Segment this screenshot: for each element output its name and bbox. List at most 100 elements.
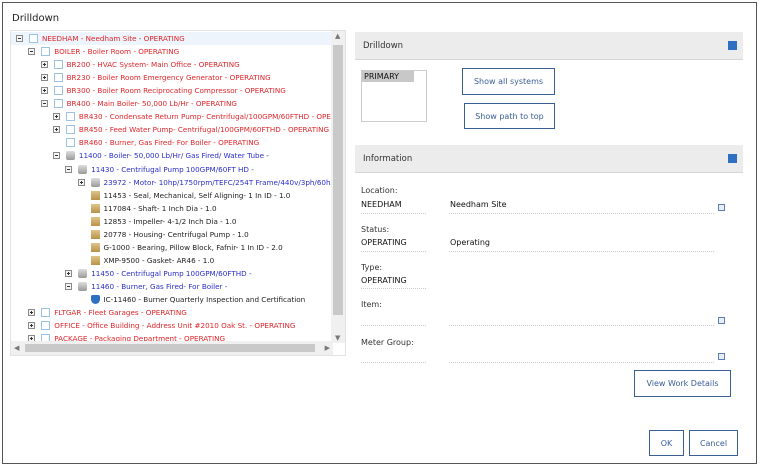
tree-node-label[interactable]: FLTGAR - Fleet Garages - OPERATING: [54, 306, 187, 319]
collapse-icon[interactable]: [65, 282, 73, 290]
tree-node-label[interactable]: BR230 - Boiler Room Emergency Generator …: [67, 71, 271, 84]
asset-icon: [65, 151, 75, 161]
tree-node-label[interactable]: 11460 - Burner, Gas Fired- For Boiler -: [91, 280, 227, 293]
scroll-right-icon[interactable]: ▶: [325, 344, 330, 352]
tree-node-label[interactable]: OFFICE - Office Building - Address Unit …: [54, 319, 295, 332]
tree-node[interactable]: BOILER - Boiler Room - OPERATING: [11, 45, 179, 58]
tree-node[interactable]: XMP-9500 - Gasket- AR46 - 1.0: [11, 254, 214, 267]
type-value: OPERATING: [361, 276, 407, 285]
collapse-icon[interactable]: [28, 48, 36, 56]
location-value[interactable]: NEEDHAM: [361, 200, 402, 209]
collapse-section-icon[interactable]: [728, 154, 737, 163]
tree-vertical-scrollbar[interactable]: ▲ ▼: [331, 31, 345, 343]
tree-node-label[interactable]: BR200 - HVAC System- Main Office - OPERA…: [67, 58, 240, 71]
location-icon: [41, 308, 51, 318]
drilldown-section-header[interactable]: Drilldown: [355, 32, 743, 60]
tree-node-label[interactable]: 11400 - Boiler- 50,000 Lb/Hr/ Gas Fired/…: [79, 149, 269, 162]
scroll-left-icon[interactable]: ◀: [14, 344, 19, 352]
type-label: Type:: [361, 263, 383, 272]
tree-node[interactable]: 12853 - Impeller- 4-1/2 Inch Dia - 1.0: [11, 215, 236, 228]
collapse-icon[interactable]: [65, 165, 73, 173]
tree-node[interactable]: BR200 - HVAC System- Main Office - OPERA…: [11, 58, 240, 71]
collapse-icon[interactable]: [40, 100, 48, 108]
tree-node-label[interactable]: 11453 - Seal, Mechanical, Self Aligning-…: [104, 189, 291, 202]
tree-node-label[interactable]: IC-11460 - Burner Quarterly Inspection a…: [104, 293, 306, 306]
ok-button[interactable]: OK: [649, 430, 684, 456]
expand-icon[interactable]: [52, 126, 60, 134]
tree-node[interactable]: 20778 - Housing- Centrifugal Pump - 1.0: [11, 228, 249, 241]
location-icon: [41, 47, 51, 57]
tree-node[interactable]: 117084 - Shaft- 1 Inch Dia - 1.0: [11, 202, 217, 215]
tree-node-label[interactable]: 117084 - Shaft- 1 Inch Dia - 1.0: [104, 202, 217, 215]
spare-part-icon: [90, 203, 100, 213]
tree-node[interactable]: FLTGAR - Fleet Garages - OPERATING: [11, 306, 187, 319]
inspection-shield-icon: [90, 295, 100, 304]
tree-node-label[interactable]: BR430 - Condensate Return Pump- Centrifu…: [79, 110, 345, 123]
expand-icon[interactable]: [40, 61, 48, 69]
show-path-to-top-button[interactable]: Show path to top: [464, 103, 555, 129]
tree-node[interactable]: BR230 - Boiler Room Emergency Generator …: [11, 71, 271, 84]
system-option[interactable]: PRIMARY: [362, 71, 414, 82]
tree-node[interactable]: 11400 - Boiler- 50,000 Lb/Hr/ Gas Fired/…: [11, 149, 269, 162]
tree-node-label[interactable]: XMP-9500 - Gasket- AR46 - 1.0: [104, 254, 215, 267]
expand-icon[interactable]: [28, 322, 36, 330]
scrollbar-thumb[interactable]: [333, 45, 343, 315]
expand-icon[interactable]: [52, 113, 60, 121]
tree-node[interactable]: BR400 - Main Boiler- 50,000 Lb/Hr - OPER…: [11, 97, 237, 110]
collapse-icon[interactable]: [52, 152, 60, 160]
tree-node-label[interactable]: BR300 - Boiler Room Reciprocating Compre…: [67, 84, 286, 97]
expand-icon[interactable]: [40, 74, 48, 82]
tree-node[interactable]: 11430 - Centrifugal Pump 100GPM/60FT HD …: [11, 163, 254, 176]
location-lookup-icon[interactable]: [718, 204, 725, 211]
expand-icon[interactable]: [28, 309, 36, 317]
tree-node[interactable]: 11450 - Centrifugal Pump 100GPM/60FTHD -: [11, 267, 252, 280]
tree-node-label[interactable]: G-1000 - Bearing, Pillow Block, Fafnir- …: [104, 241, 283, 254]
tree-node-label[interactable]: 12853 - Impeller- 4-1/2 Inch Dia - 1.0: [104, 215, 237, 228]
tree-node-label[interactable]: BR460 - Burner, Gas Fired- For Boiler - …: [79, 136, 259, 149]
expand-icon[interactable]: [77, 178, 85, 186]
information-section-header[interactable]: Information: [355, 145, 743, 173]
spare-part-icon: [90, 229, 100, 239]
tree-horizontal-scrollbar[interactable]: ◀ ▶: [11, 341, 333, 355]
tree-node[interactable]: NEEDHAM - Needham Site - OPERATING: [11, 32, 333, 45]
tree-node[interactable]: 11453 - Seal, Mechanical, Self Aligning-…: [11, 189, 290, 202]
collapse-section-icon[interactable]: [728, 41, 737, 50]
tree-node-label[interactable]: BR450 - Feed Water Pump- Centrifugal/100…: [79, 123, 329, 136]
systems-listbox[interactable]: PRIMARY: [361, 70, 427, 122]
tree-node[interactable]: BR460 - Burner, Gas Fired- For Boiler - …: [11, 136, 259, 149]
tree-node-label[interactable]: BOILER - Boiler Room - OPERATING: [54, 45, 179, 58]
asset-icon: [90, 177, 100, 187]
item-lookup-icon[interactable]: [718, 317, 725, 324]
cancel-button[interactable]: Cancel: [689, 430, 738, 456]
tree-node-label[interactable]: NEEDHAM - Needham Site - OPERATING: [42, 32, 185, 45]
tree-node[interactable]: BR430 - Condensate Return Pump- Centrifu…: [11, 110, 345, 123]
tree-node[interactable]: 23972 - Motor- 10hp/1750rpm/TEFC/254T Fr…: [11, 176, 339, 189]
tree-node[interactable]: BR300 - Boiler Room Reciprocating Compre…: [11, 84, 286, 97]
tree-node[interactable]: 11460 - Burner, Gas Fired- For Boiler -: [11, 280, 227, 293]
tree-node-label[interactable]: BR400 - Main Boiler- 50,000 Lb/Hr - OPER…: [67, 97, 237, 110]
meter-group-lookup-icon[interactable]: [718, 353, 725, 360]
spare-part-icon: [90, 190, 100, 200]
scroll-down-icon[interactable]: ▼: [335, 334, 340, 342]
tree-node[interactable]: G-1000 - Bearing, Pillow Block, Fafnir- …: [11, 241, 283, 254]
expand-icon[interactable]: [65, 269, 73, 277]
expand-icon[interactable]: [40, 87, 48, 95]
tree-node[interactable]: OFFICE - Office Building - Address Unit …: [11, 319, 295, 332]
view-work-details-button[interactable]: View Work Details: [634, 370, 731, 397]
scroll-up-icon[interactable]: ▲: [335, 32, 340, 40]
collapse-icon[interactable]: [16, 35, 23, 42]
tree-node-label[interactable]: 23972 - Motor- 10hp/1750rpm/TEFC/254T Fr…: [104, 176, 340, 189]
tree-node-label[interactable]: 11450 - Centrifugal Pump 100GPM/60FTHD -: [91, 267, 251, 280]
tree-node[interactable]: IC-11460 - Burner Quarterly Inspection a…: [11, 293, 305, 306]
tree-node-label[interactable]: 11430 - Centrifugal Pump 100GPM/60FT HD …: [91, 163, 254, 176]
scrollbar-thumb[interactable]: [25, 344, 315, 352]
tree-node[interactable]: BR450 - Feed Water Pump- Centrifugal/100…: [11, 123, 329, 136]
show-all-systems-button[interactable]: Show all systems: [462, 68, 555, 95]
tree-node-label[interactable]: 20778 - Housing- Centrifugal Pump - 1.0: [104, 228, 249, 241]
location-icon: [41, 321, 51, 331]
location-icon: [65, 125, 75, 135]
